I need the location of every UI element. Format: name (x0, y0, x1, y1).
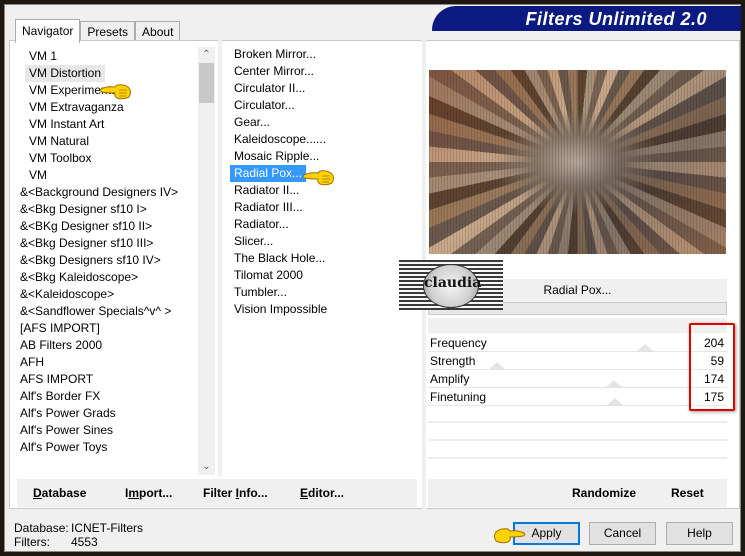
navigator-button-bar: Database Import... Filter Info... Editor… (17, 479, 417, 507)
filter-item[interactable]: Tilomat 2000 (230, 267, 420, 284)
help-button[interactable]: Help (666, 522, 733, 545)
cancel-button[interactable]: Cancel (589, 522, 656, 545)
parameter-button-bar: Randomize Reset (428, 479, 727, 507)
category-item[interactable]: VM Instant Art (16, 116, 216, 133)
category-scrollbar[interactable]: ⌃ ⌄ (198, 47, 215, 475)
category-item[interactable]: Alf's Power Sines (16, 422, 216, 439)
parameter-slider-frequency[interactable]: Frequency 204 (428, 335, 727, 352)
filter-item[interactable]: Gear... (230, 114, 420, 131)
title-banner: Filters Unlimited 2.0 (432, 6, 741, 31)
editor-button[interactable]: Editor... (300, 486, 344, 500)
category-item[interactable]: &<Bkg Designer sf10 III> (16, 235, 216, 252)
reset-button[interactable]: Reset (671, 486, 704, 500)
database-status-value: ICNET-Filters (71, 521, 143, 535)
empty-param-slot (428, 439, 727, 441)
category-item[interactable]: &<Bkg Kaleidoscope> (16, 269, 216, 286)
category-item[interactable]: &<Background Designers IV> (16, 184, 216, 201)
watermark-circle: claudia (423, 264, 482, 308)
randomize-button[interactable]: Randomize (572, 486, 636, 500)
slider-thumb[interactable] (605, 380, 623, 388)
filter-item[interactable]: Broken Mirror... (230, 46, 420, 63)
pointing-hand-icon (302, 170, 334, 186)
parameter-label: Finetuning (430, 390, 487, 404)
values-highlight-annotation (689, 323, 735, 411)
filter-item[interactable]: Vision Impossible (230, 301, 420, 318)
tab-bar: Navigator Presets About (15, 19, 181, 43)
scroll-up-icon[interactable]: ⌃ (198, 47, 215, 63)
category-item[interactable]: Alf's Power Grads (16, 405, 216, 422)
filter-item[interactable]: Slicer... (230, 233, 420, 250)
parameter-slider-amplify[interactable]: Amplify 174 (428, 371, 727, 388)
preview-image (429, 70, 726, 254)
category-item[interactable]: [AFS IMPORT] (16, 320, 216, 337)
category-item[interactable]: VM Toolbox (16, 150, 216, 167)
filter-item[interactable]: Center Mirror... (230, 63, 420, 80)
category-item[interactable]: Alf's Border FX (16, 388, 216, 405)
filter-item[interactable]: Mosaic Ripple... (230, 148, 420, 165)
category-item[interactable]: VM Distortion (25, 65, 106, 82)
category-item[interactable]: VM Extravaganza (16, 99, 216, 116)
slider-thumb[interactable] (488, 362, 506, 370)
empty-param-slot (428, 421, 727, 423)
category-item[interactable]: &<Sandflower Specials^v^ > (16, 303, 216, 320)
category-item[interactable]: VM 1 (16, 48, 216, 65)
filter-item[interactable]: Radiator... (230, 216, 420, 233)
category-item[interactable]: &<Bkg Designer sf10 I> (16, 201, 216, 218)
category-item[interactable]: AFH (16, 354, 216, 371)
scroll-thumb[interactable] (199, 63, 214, 103)
watermark-text: claudia (424, 275, 482, 291)
filter-item[interactable]: Tumbler... (230, 284, 420, 301)
slider-thumb[interactable] (606, 398, 624, 406)
pointing-hand-icon (494, 528, 526, 544)
category-item[interactable]: Alf's Power Toys (16, 439, 216, 456)
parameter-label: Frequency (430, 336, 487, 350)
filters-status-value: 4553 (71, 535, 98, 549)
category-list[interactable]: VM 1 VM Distortion VM Experimental VM Extra… (16, 48, 216, 476)
slider-thumb[interactable] (636, 344, 654, 352)
category-item[interactable]: &<Kaleidoscope> (16, 286, 216, 303)
category-item[interactable]: &<BKg Designer sf10 II> (16, 218, 216, 235)
category-item[interactable]: AFS IMPORT (16, 371, 216, 388)
filters-status-label: Filters: (14, 535, 50, 549)
window-title: Filters Unlimited 2.0 (525, 9, 707, 29)
filter-item[interactable]: Radiator III... (230, 199, 420, 216)
parameter-label: Strength (430, 354, 476, 368)
parameter-label: Amplify (430, 372, 470, 386)
filter-item[interactable]: The Black Hole... (230, 250, 420, 267)
filter-info-button[interactable]: Filter Info... (203, 486, 268, 500)
parameter-slider-finetuning[interactable]: Finetuning 175 (428, 389, 727, 406)
scroll-down-icon[interactable]: ⌄ (198, 459, 215, 475)
category-item[interactable]: VM (16, 167, 216, 184)
tab-navigator[interactable]: Navigator (15, 19, 81, 43)
category-item[interactable]: VM Natural (16, 133, 216, 150)
filter-item[interactable]: Kaleidoscope...... (230, 131, 420, 148)
parameter-slider-strength[interactable]: Strength 59 (428, 353, 727, 370)
status-info: Database: ICNET-Filters Filters: 4553 (14, 521, 143, 549)
database-status-label: Database: (14, 521, 69, 535)
empty-param-slot (428, 457, 727, 459)
filter-item[interactable]: Circulator II... (230, 80, 420, 97)
category-item[interactable]: AB Filters 2000 (16, 337, 216, 354)
import-button[interactable]: Import... (125, 486, 172, 500)
filter-item[interactable]: Radial Pox... (230, 165, 307, 182)
pointing-hand-icon (99, 84, 131, 100)
filter-item[interactable]: Circulator... (230, 97, 420, 114)
watermark-logo: claudia (399, 260, 503, 310)
database-button[interactable]: Database (33, 486, 86, 500)
category-item[interactable]: &<Bkg Designers sf10 IV> (16, 252, 216, 269)
list-divider (218, 40, 222, 476)
database-label: atabase (41, 486, 87, 500)
parameter-header (428, 318, 727, 333)
